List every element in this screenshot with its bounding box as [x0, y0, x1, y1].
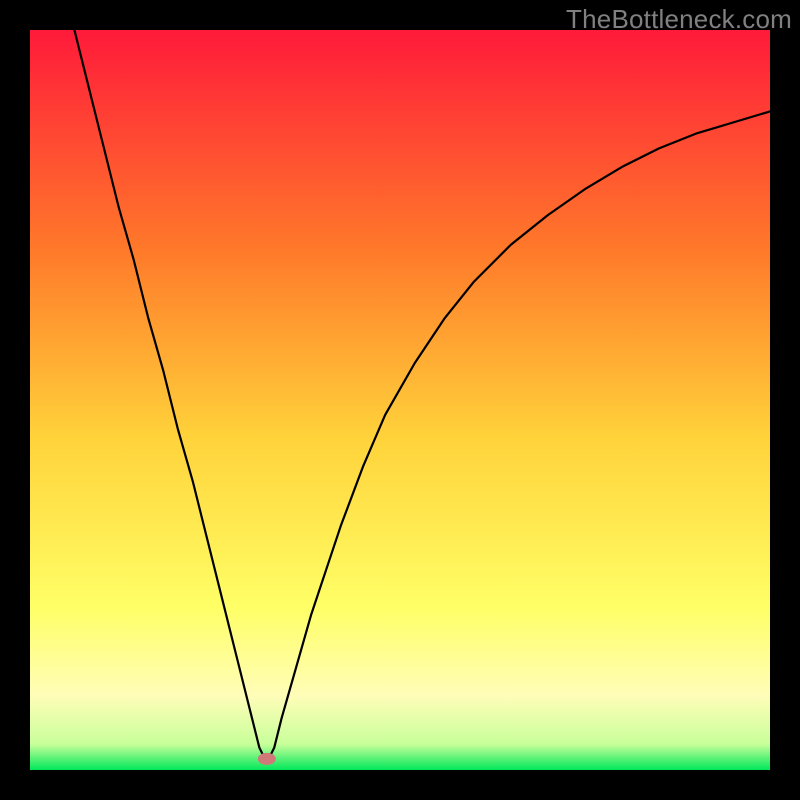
watermark-text: TheBottleneck.com — [566, 4, 792, 35]
minimum-marker — [258, 753, 276, 765]
chart-svg — [0, 0, 800, 800]
plot-background — [30, 30, 770, 770]
chart-container: TheBottleneck.com — [0, 0, 800, 800]
